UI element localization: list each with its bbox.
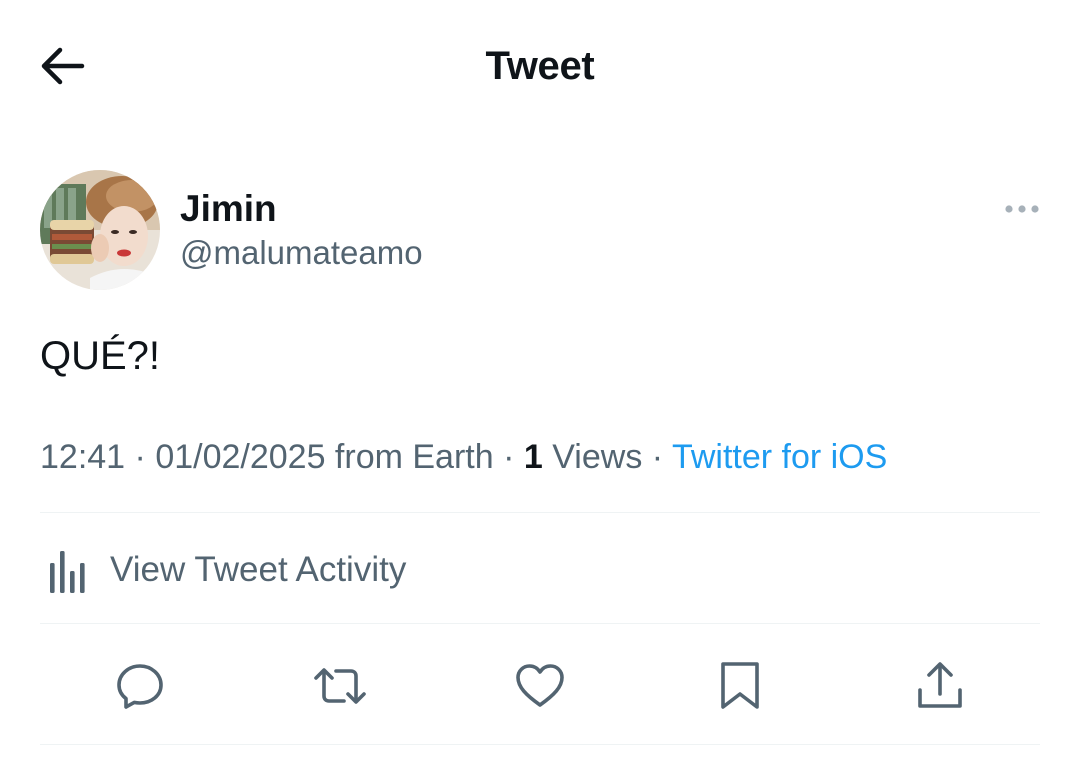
share-button[interactable] — [912, 658, 968, 714]
bookmark-icon — [721, 662, 759, 709]
divider — [40, 623, 1040, 624]
meta-separator: · — [125, 438, 156, 476]
divider — [40, 512, 1040, 513]
page-title: Tweet — [485, 44, 595, 88]
activity-label: View Tweet Activity — [110, 550, 407, 589]
like-button[interactable] — [512, 658, 568, 714]
heart-icon — [516, 664, 564, 707]
tweet-meta: 12:41 · 01/02/2025 from Earth · 1 Views … — [40, 433, 887, 481]
action-bar — [0, 650, 1080, 720]
tweet-text: QUÉ?! — [40, 334, 161, 378]
views-count: 1 — [523, 438, 543, 476]
author-name[interactable]: Jimin — [180, 186, 277, 232]
meta-separator: · — [642, 438, 672, 476]
more-options-button[interactable] — [1002, 194, 1042, 224]
app-header: Tweet — [0, 0, 1080, 132]
more-icon — [1005, 205, 1039, 213]
view-activity-button[interactable]: View Tweet Activity — [40, 540, 1040, 600]
share-icon — [918, 662, 962, 708]
views-label: Views — [542, 438, 643, 476]
bookmark-button[interactable] — [712, 658, 768, 714]
tweet-location: from Earth — [325, 438, 494, 476]
analytics-icon — [50, 551, 85, 593]
meta-separator: · — [493, 438, 524, 476]
tweet-date: 01/02/2025 — [155, 438, 326, 476]
source-link[interactable]: Twitter for iOS — [672, 438, 887, 476]
tweet-time: 12:41 — [40, 438, 126, 476]
reply-button[interactable] — [112, 658, 168, 714]
author-handle[interactable]: @malumateamo — [180, 231, 423, 275]
avatar[interactable] — [40, 170, 160, 290]
retweet-button[interactable] — [312, 658, 368, 714]
retweet-icon — [314, 668, 366, 704]
reply-icon — [117, 664, 163, 709]
divider — [40, 744, 1040, 745]
